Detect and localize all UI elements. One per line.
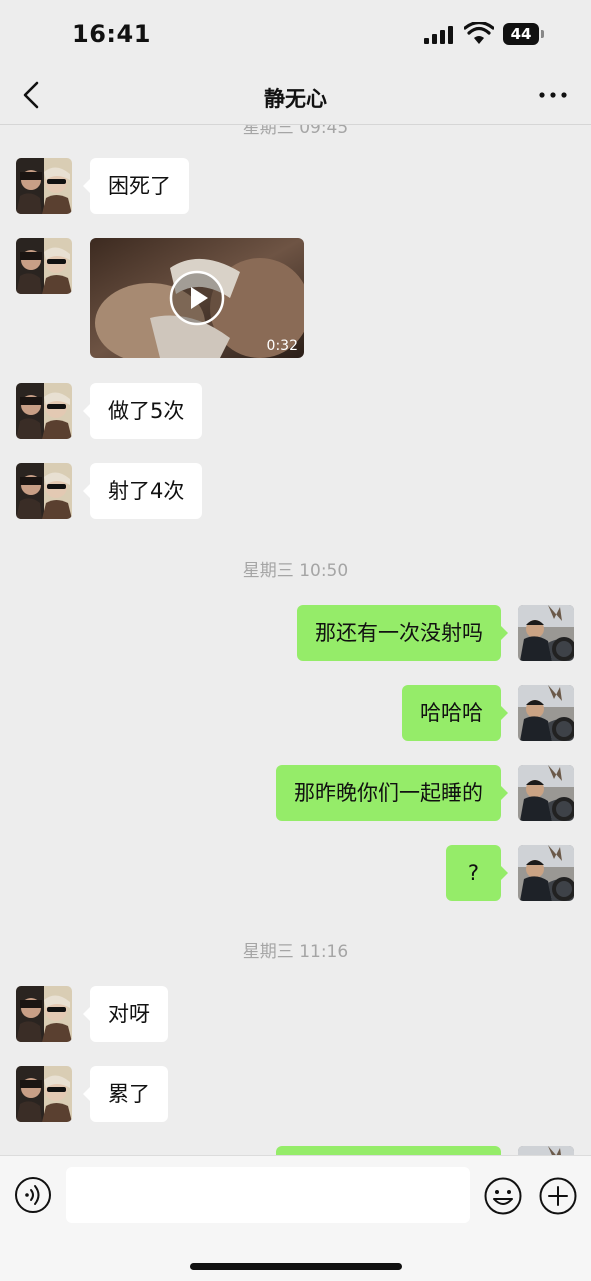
avatar[interactable]: [518, 845, 574, 901]
video-message[interactable]: 0:32: [90, 238, 304, 358]
message-bubble[interactable]: 哈哈哈: [402, 685, 508, 741]
message-bubble[interactable]: 射了4次: [82, 463, 203, 519]
avatar[interactable]: [16, 463, 72, 519]
timestamp: 星期三 09:45: [242, 125, 349, 138]
page-title: 静无心: [264, 87, 327, 111]
message-bubble[interactable]: ?: [445, 845, 509, 901]
input-bar: [0, 1155, 591, 1281]
home-indicator: [190, 1263, 402, 1270]
avatar[interactable]: [518, 685, 574, 741]
avatar[interactable]: [16, 158, 72, 214]
battery-tip: [541, 30, 544, 38]
avatar[interactable]: [16, 383, 72, 439]
cellular-signal-icon: [424, 26, 456, 44]
avatar[interactable]: [16, 1066, 72, 1122]
status-bar: 16:41 44: [0, 0, 591, 70]
message-bubble[interactable]: 那还有一次没射吗: [297, 605, 508, 661]
message-bubble[interactable]: 做了5次: [82, 383, 203, 439]
chat-area[interactable]: 星期三 09:45 困死了 0:32 做了5次 射了4次 星期三 10:50 那…: [0, 125, 591, 1155]
status-time: 16:41: [72, 20, 151, 48]
message-bubble[interactable]: 累了: [83, 1066, 168, 1122]
avatar[interactable]: [16, 986, 72, 1042]
message-bubble[interactable]: 对呀: [83, 986, 168, 1042]
more-icon[interactable]: [536, 82, 570, 108]
video-duration: 0:32: [266, 338, 298, 354]
plus-icon[interactable]: [538, 1176, 578, 1216]
message-bubble[interactable]: 那昨晚你们一起睡的: [276, 765, 508, 821]
timestamp: 星期三 10:50: [242, 561, 349, 581]
avatar[interactable]: [518, 605, 574, 661]
message-bubble[interactable]: 困死了: [83, 158, 189, 214]
battery-icon: 44: [503, 23, 539, 45]
nav-bar: 静无心: [0, 70, 591, 125]
voice-icon[interactable]: [14, 1176, 52, 1214]
timestamp: 星期三 11:16: [242, 942, 349, 962]
avatar[interactable]: [16, 238, 72, 294]
message-input[interactable]: [66, 1167, 470, 1223]
wifi-icon: [464, 22, 494, 44]
message-bubble-partial[interactable]: [276, 1146, 501, 1155]
play-icon[interactable]: [169, 270, 225, 326]
avatar[interactable]: [518, 1146, 574, 1155]
emoji-icon[interactable]: [483, 1176, 523, 1216]
avatar[interactable]: [518, 765, 574, 821]
